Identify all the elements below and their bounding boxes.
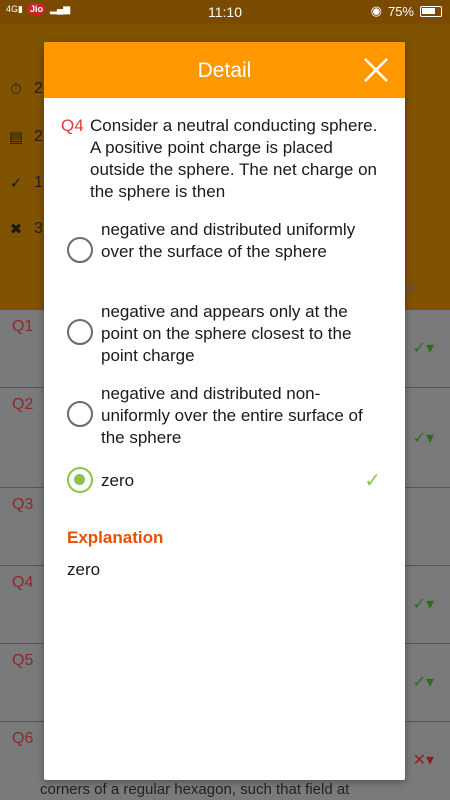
correct-icon[interactable]: ✓▾ xyxy=(413,672,434,692)
option-2[interactable]: negative and appears only at the point o… xyxy=(67,298,387,366)
battery-percent: 75% xyxy=(387,3,414,19)
eye-icon: ◉ xyxy=(370,3,382,18)
stopwatch-icon: ⏱ xyxy=(10,80,22,98)
check-icon: ✓ xyxy=(9,175,23,192)
close-icon[interactable] xyxy=(361,55,391,85)
header-partial-text: d xyxy=(407,281,414,295)
stat-total: ▤ 2 xyxy=(8,128,43,146)
dialog-header: Detail xyxy=(44,42,405,98)
dialog-title: Detail xyxy=(197,59,252,82)
option-1[interactable]: negative and distributed uniformly over … xyxy=(67,216,387,284)
correct-icon[interactable]: ✓▾ xyxy=(413,338,434,358)
status-right: ◉ 75% xyxy=(371,3,442,19)
option-text: negative and distributed uniformly over … xyxy=(101,220,356,261)
stat-time: ⏱ 2 xyxy=(8,80,43,98)
cross-icon: ✖ xyxy=(9,221,23,238)
battery-icon xyxy=(420,5,442,17)
option-4[interactable]: zero ✓ xyxy=(67,466,383,496)
correct-icon[interactable]: ✓▾ xyxy=(413,428,434,448)
option-text: negative and appears only at the point o… xyxy=(101,302,352,365)
stat-correct: ✓ 1 xyxy=(9,174,43,192)
radio-button-selected[interactable] xyxy=(67,467,93,493)
question: Q4 Consider a neutral conducting sphere.… xyxy=(61,115,391,203)
status-bar: 4G▮ Jio ▂▄▆ 11:10 ◉ 75% xyxy=(0,0,450,24)
correct-icon[interactable]: ✓▾ xyxy=(413,594,434,614)
correct-check-icon: ✓ xyxy=(364,470,381,492)
option-text: negative and distributed non-uniformly o… xyxy=(101,384,363,447)
question-snippet: corners of a regular hexagon, such that … xyxy=(40,781,350,798)
option-3[interactable]: negative and distributed non-uniformly o… xyxy=(67,380,387,448)
detail-dialog: Detail Q4 Consider a neutral conducting … xyxy=(44,42,405,780)
explanation-text: zero xyxy=(67,560,101,579)
list-icon: ▤ xyxy=(8,129,24,146)
radio-button[interactable] xyxy=(67,401,93,427)
radio-button[interactable] xyxy=(67,319,93,345)
stat-wrong: ✖ 3 xyxy=(9,220,43,238)
wrong-icon[interactable]: ✕▾ xyxy=(413,750,434,770)
question-text: Consider a neutral conducting sphere. A … xyxy=(90,116,378,201)
option-text: zero xyxy=(101,471,135,490)
question-number: Q4 xyxy=(61,116,84,135)
explanation-label: Explanation xyxy=(67,528,164,547)
radio-button[interactable] xyxy=(67,237,93,263)
